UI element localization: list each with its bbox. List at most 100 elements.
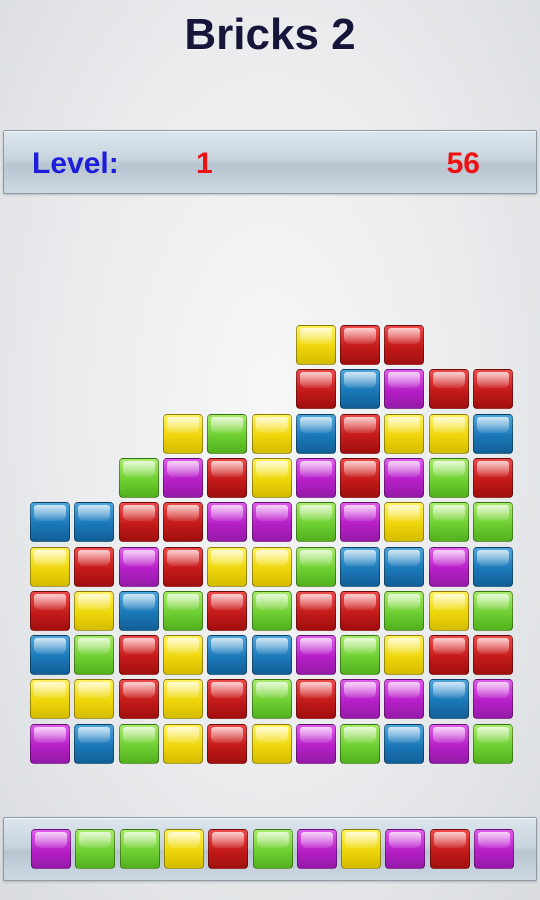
brick-red[interactable] bbox=[340, 591, 380, 631]
brick-red[interactable] bbox=[207, 724, 247, 764]
brick-red[interactable] bbox=[207, 458, 247, 498]
brick-green[interactable] bbox=[473, 502, 513, 542]
tray-brick-purple bbox=[297, 829, 337, 869]
brick-yellow[interactable] bbox=[384, 414, 424, 454]
brick-green[interactable] bbox=[252, 591, 292, 631]
brick-red[interactable] bbox=[473, 635, 513, 675]
brick-red[interactable] bbox=[473, 369, 513, 409]
brick-blue[interactable] bbox=[74, 724, 114, 764]
brick-red[interactable] bbox=[340, 458, 380, 498]
brick-green[interactable] bbox=[207, 414, 247, 454]
brick-purple[interactable] bbox=[296, 724, 336, 764]
brick-red[interactable] bbox=[163, 502, 203, 542]
brick-red[interactable] bbox=[74, 547, 114, 587]
brick-green[interactable] bbox=[340, 635, 380, 675]
brick-blue[interactable] bbox=[207, 635, 247, 675]
brick-yellow[interactable] bbox=[207, 547, 247, 587]
brick-purple[interactable] bbox=[163, 458, 203, 498]
brick-purple[interactable] bbox=[384, 679, 424, 719]
brick-green[interactable] bbox=[429, 502, 469, 542]
brick-yellow[interactable] bbox=[74, 591, 114, 631]
brick-blue[interactable] bbox=[30, 635, 70, 675]
brick-red[interactable] bbox=[207, 679, 247, 719]
brick-green[interactable] bbox=[119, 724, 159, 764]
brick-red[interactable] bbox=[163, 547, 203, 587]
brick-yellow[interactable] bbox=[30, 679, 70, 719]
brick-red[interactable] bbox=[384, 325, 424, 365]
brick-purple[interactable] bbox=[429, 547, 469, 587]
brick-yellow[interactable] bbox=[252, 458, 292, 498]
brick-blue[interactable] bbox=[473, 547, 513, 587]
brick-yellow[interactable] bbox=[296, 325, 336, 365]
tray-brick-green bbox=[120, 829, 160, 869]
brick-yellow[interactable] bbox=[252, 414, 292, 454]
brick-purple[interactable] bbox=[340, 502, 380, 542]
brick-blue[interactable] bbox=[30, 502, 70, 542]
brick-red[interactable] bbox=[429, 635, 469, 675]
brick-purple[interactable] bbox=[252, 502, 292, 542]
brick-yellow[interactable] bbox=[384, 635, 424, 675]
brick-green[interactable] bbox=[384, 591, 424, 631]
tray-brick-purple bbox=[474, 829, 514, 869]
brick-yellow[interactable] bbox=[429, 414, 469, 454]
brick-purple[interactable] bbox=[384, 369, 424, 409]
brick-yellow[interactable] bbox=[30, 547, 70, 587]
brick-red[interactable] bbox=[340, 325, 380, 365]
brick-blue[interactable] bbox=[340, 369, 380, 409]
tray-brick-yellow bbox=[341, 829, 381, 869]
brick-green[interactable] bbox=[163, 591, 203, 631]
brick-purple[interactable] bbox=[119, 547, 159, 587]
brick-green[interactable] bbox=[296, 547, 336, 587]
game-title: Bricks 2 bbox=[184, 10, 356, 59]
brick-yellow[interactable] bbox=[163, 635, 203, 675]
brick-purple[interactable] bbox=[473, 679, 513, 719]
tray-brick-red bbox=[430, 829, 470, 869]
brick-yellow[interactable] bbox=[163, 679, 203, 719]
brick-blue[interactable] bbox=[119, 591, 159, 631]
brick-purple[interactable] bbox=[429, 724, 469, 764]
brick-yellow[interactable] bbox=[163, 414, 203, 454]
brick-green[interactable] bbox=[340, 724, 380, 764]
brick-red[interactable] bbox=[30, 591, 70, 631]
brick-yellow[interactable] bbox=[252, 724, 292, 764]
brick-blue[interactable] bbox=[296, 414, 336, 454]
brick-purple[interactable] bbox=[30, 724, 70, 764]
brick-red[interactable] bbox=[119, 502, 159, 542]
brick-blue[interactable] bbox=[340, 547, 380, 587]
brick-purple[interactable] bbox=[384, 458, 424, 498]
brick-green[interactable] bbox=[74, 635, 114, 675]
brick-purple[interactable] bbox=[207, 502, 247, 542]
brick-red[interactable] bbox=[340, 414, 380, 454]
brick-red[interactable] bbox=[296, 591, 336, 631]
brick-purple[interactable] bbox=[296, 635, 336, 675]
brick-red[interactable] bbox=[119, 679, 159, 719]
brick-yellow[interactable] bbox=[252, 547, 292, 587]
level-value: 1 bbox=[196, 147, 213, 180]
brick-green[interactable] bbox=[119, 458, 159, 498]
brick-blue[interactable] bbox=[384, 724, 424, 764]
tray-brick-green bbox=[75, 829, 115, 869]
brick-purple[interactable] bbox=[296, 458, 336, 498]
brick-yellow[interactable] bbox=[429, 591, 469, 631]
brick-yellow[interactable] bbox=[74, 679, 114, 719]
brick-blue[interactable] bbox=[384, 547, 424, 587]
brick-yellow[interactable] bbox=[163, 724, 203, 764]
brick-green[interactable] bbox=[296, 502, 336, 542]
brick-red[interactable] bbox=[473, 458, 513, 498]
brick-green[interactable] bbox=[252, 679, 292, 719]
brick-blue[interactable] bbox=[252, 635, 292, 675]
brick-purple[interactable] bbox=[340, 679, 380, 719]
brick-red[interactable] bbox=[207, 591, 247, 631]
brick-blue[interactable] bbox=[473, 414, 513, 454]
brick-blue[interactable] bbox=[74, 502, 114, 542]
brick-blue[interactable] bbox=[429, 679, 469, 719]
brick-yellow[interactable] bbox=[384, 502, 424, 542]
brick-green[interactable] bbox=[473, 591, 513, 631]
brick-red[interactable] bbox=[119, 635, 159, 675]
brick-red[interactable] bbox=[296, 369, 336, 409]
brick-green[interactable] bbox=[473, 724, 513, 764]
brick-green[interactable] bbox=[429, 458, 469, 498]
brick-red[interactable] bbox=[429, 369, 469, 409]
brick-red[interactable] bbox=[296, 679, 336, 719]
tray-brick-red bbox=[208, 829, 248, 869]
